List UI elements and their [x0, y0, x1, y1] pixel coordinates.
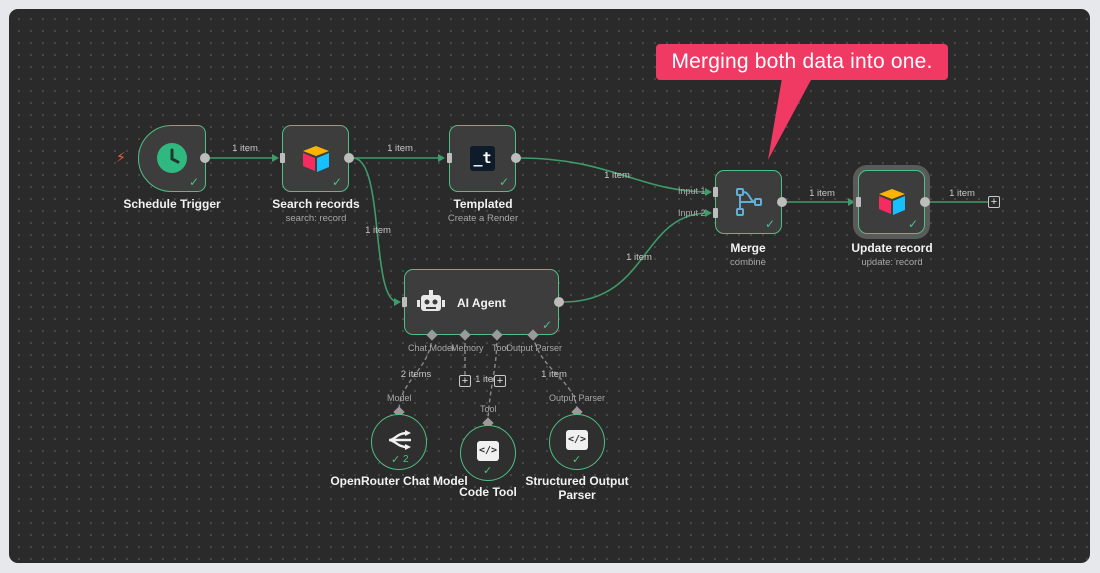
output-handle[interactable]	[200, 153, 210, 163]
port-label: Model	[387, 393, 412, 403]
add-node-button[interactable]: +	[988, 196, 1000, 208]
edge-label: 1 item	[541, 369, 567, 380]
edge-label: 1 item	[387, 143, 413, 154]
port-label: Tool	[480, 404, 497, 414]
node-subtitle: search: record	[285, 213, 347, 224]
trigger-bolt-icon: ⚡	[116, 149, 126, 165]
output-handle[interactable]	[777, 197, 787, 207]
node-subtitle: update: record	[861, 257, 923, 268]
node-structured-output-parser[interactable]: </> ✓	[549, 414, 605, 470]
airtable-icon	[879, 189, 905, 215]
input-2-label: Input 2	[678, 208, 706, 218]
input-1-handle[interactable]	[713, 187, 718, 197]
node-ai-agent[interactable]: AI Agent ✓	[404, 269, 559, 335]
output-handle[interactable]	[511, 153, 521, 163]
edge-label: 1 item	[809, 188, 835, 199]
node-title: OpenRouter Chat Model	[330, 474, 468, 488]
node-update-record[interactable]: ✓	[858, 170, 925, 234]
input-handle[interactable]	[856, 197, 861, 207]
node-code-tool[interactable]: </> ✓	[460, 425, 516, 481]
edge-label: 1 item	[232, 143, 258, 154]
merge-icon	[736, 188, 762, 216]
run-count: 2	[403, 454, 409, 465]
input-handle[interactable]	[402, 297, 407, 307]
edge-label: 2 items	[400, 369, 432, 380]
node-schedule-trigger[interactable]: ✓	[138, 125, 206, 192]
airtable-icon	[303, 146, 329, 172]
input-1-label: Input 1	[678, 186, 706, 196]
node-openrouter-chat-model[interactable]: ✓ 2	[371, 414, 427, 470]
openrouter-icon	[388, 430, 411, 450]
memory-port-label: Memory	[451, 343, 484, 353]
node-title: Update record	[851, 241, 933, 255]
robot-icon	[417, 290, 445, 311]
node-title: Templated	[453, 197, 513, 211]
input-handle[interactable]	[447, 153, 452, 163]
output-handle[interactable]	[554, 297, 564, 307]
chat-model-port-label: Chat Model	[408, 343, 455, 353]
callout-banner: Merging both data into one.	[656, 44, 948, 80]
add-memory-button[interactable]: +	[459, 375, 471, 387]
code-icon: </>	[566, 430, 588, 450]
edge-label: 1 item	[365, 225, 391, 236]
node-title: Search records	[272, 197, 360, 211]
code-icon: </>	[477, 441, 499, 461]
node-title: Merge	[730, 241, 766, 255]
success-check-icon: ✓	[331, 175, 342, 189]
success-check-icon: ✓	[498, 175, 509, 189]
add-tool-button[interactable]: +	[494, 375, 506, 387]
success-check-icon: ✓	[764, 217, 775, 231]
node-title: AI Agent	[457, 296, 506, 310]
input-handle[interactable]	[280, 153, 285, 163]
success-check-icon: ✓	[188, 175, 199, 189]
output-handle[interactable]	[920, 197, 930, 207]
node-merge[interactable]: ✓	[715, 170, 782, 234]
edge-label: 1 item	[626, 252, 652, 263]
node-search-records[interactable]: ✓	[282, 125, 349, 192]
input-2-handle[interactable]	[713, 208, 718, 218]
port-label: Output Parser	[549, 393, 606, 403]
node-templated[interactable]: _t ✓	[449, 125, 516, 192]
success-check-icon: ✓	[572, 454, 582, 466]
node-title: Structured Output Parser	[525, 474, 629, 502]
success-check-icon: ✓	[483, 465, 493, 477]
success-check-icon: ✓	[541, 318, 552, 332]
output-handle[interactable]	[344, 153, 354, 163]
edge-label: 1 item	[604, 170, 630, 181]
edge-label: 1 item	[949, 188, 975, 199]
success-check-icon: ✓	[391, 454, 401, 466]
node-subtitle: combine	[730, 257, 766, 268]
success-check-icon: ✓	[907, 217, 918, 231]
clock-icon	[157, 143, 187, 173]
output-parser-port-label: Output Parser	[506, 343, 563, 353]
templated-icon: _t	[470, 146, 495, 171]
node-title: Schedule Trigger	[123, 197, 221, 211]
node-subtitle: Create a Render	[447, 213, 519, 224]
